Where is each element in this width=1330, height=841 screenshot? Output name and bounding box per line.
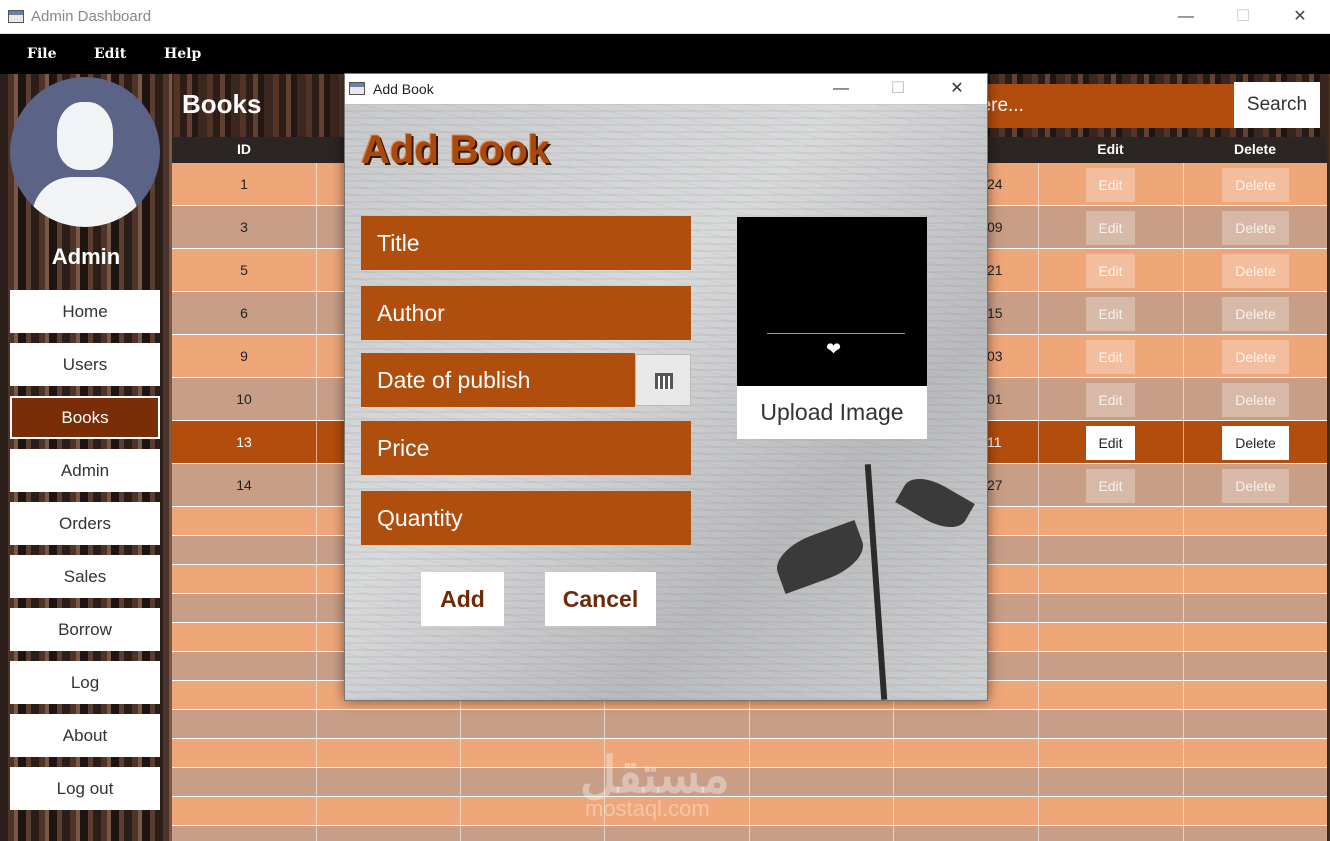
minimize-icon[interactable]: — (1156, 0, 1216, 34)
cell-id: 5 (240, 262, 248, 278)
sidebar-item-books[interactable]: Books (10, 396, 160, 439)
cell-id: 10 (236, 391, 252, 407)
sidebar-item-borrow[interactable]: Borrow (10, 608, 160, 651)
cell-date: 27 (987, 477, 1003, 493)
edit-button[interactable]: Edit (1086, 211, 1135, 245)
add-book-dialog: Add Book — ☐ ✕ Add Book Title Author Dat… (344, 73, 988, 701)
cell-id: 1 (240, 176, 248, 192)
app-icon (8, 10, 24, 23)
preview-divider (767, 333, 905, 334)
cell-id: 3 (240, 219, 248, 235)
cell-date: 11 (987, 434, 1002, 450)
upload-image-button[interactable]: Upload Image (737, 386, 927, 439)
edit-button[interactable]: Edit (1086, 254, 1135, 288)
dialog-titlebar: Add Book — ☐ ✕ (345, 74, 987, 104)
cell-id: 6 (240, 305, 248, 321)
sidebar-item-orders[interactable]: Orders (10, 502, 160, 545)
dialog-title: Add Book (373, 81, 434, 97)
window-titlebar: Admin Dashboard — ☐ ✕ (0, 0, 1330, 34)
menu-file[interactable]: File (27, 46, 56, 62)
menu-bar: File Edit Help (0, 34, 1330, 74)
delete-button[interactable]: Delete (1222, 211, 1289, 245)
heart-icon: ❤ (826, 339, 842, 359)
sidebar-item-log[interactable]: Log (10, 661, 160, 704)
dialog-maximize-icon[interactable]: ☐ (870, 74, 926, 104)
avatar-head-icon (57, 102, 113, 170)
window-title: Admin Dashboard (31, 8, 152, 25)
cell-date: 01 (987, 391, 1003, 407)
title-field[interactable]: Title (361, 216, 691, 270)
cell-id: 13 (236, 434, 252, 450)
image-preview: ❤ (737, 217, 927, 387)
watermark-latin: mostaql.com (585, 796, 710, 821)
dialog-heading: Add Book (361, 128, 550, 172)
price-field[interactable]: Price (361, 421, 691, 475)
delete-button[interactable]: Delete (1222, 297, 1289, 331)
leaf-decoration (895, 469, 975, 537)
cell-date: 24 (987, 176, 1003, 192)
cell-date: 09 (987, 219, 1003, 235)
quantity-field[interactable]: Quantity (361, 491, 691, 545)
page-title: Books (182, 89, 262, 119)
column-header-delete: Delete (1233, 141, 1277, 157)
dialog-app-icon (349, 82, 365, 95)
cell-id: 9 (240, 348, 248, 364)
delete-button[interactable]: Delete (1222, 469, 1289, 503)
avatar (10, 77, 160, 227)
sidebar-item-logout[interactable]: Log out (10, 767, 160, 810)
sidebar-user-name: Admin (51, 244, 121, 269)
edit-button[interactable]: Edit (1086, 340, 1135, 374)
delete-button[interactable]: Delete (1222, 168, 1289, 202)
column-divider (1183, 163, 1184, 841)
delete-button[interactable]: Delete (1222, 383, 1289, 417)
column-header-id: ID (237, 141, 251, 157)
menu-help[interactable]: Help (164, 46, 201, 62)
edit-button[interactable]: Edit (1086, 168, 1135, 202)
dialog-close-icon[interactable]: ✕ (929, 74, 985, 104)
column-divider (1038, 163, 1039, 841)
cell-date: 15 (987, 305, 1003, 321)
maximize-icon[interactable]: ☐ (1213, 0, 1273, 34)
sidebar-item-admin[interactable]: Admin (10, 449, 160, 492)
search-button[interactable]: Search (1234, 82, 1320, 128)
cell-date: 03 (987, 348, 1003, 364)
edit-button[interactable]: Edit (1086, 469, 1135, 503)
column-divider (316, 163, 317, 841)
dialog-minimize-icon[interactable]: — (813, 74, 869, 104)
sidebar-item-users[interactable]: Users (10, 343, 160, 386)
cell-date: 21 (987, 262, 1003, 278)
search-input[interactable]: here... (960, 84, 1234, 128)
add-button[interactable]: Add (421, 572, 504, 626)
close-icon[interactable]: ✕ (1270, 0, 1330, 34)
sidebar-item-about[interactable]: About (10, 714, 160, 757)
edit-button[interactable]: Edit (1086, 297, 1135, 331)
leaf-decoration (769, 519, 871, 595)
author-field[interactable]: Author (361, 286, 691, 340)
calendar-icon (655, 373, 673, 389)
menu-edit[interactable]: Edit (94, 46, 126, 62)
delete-button[interactable]: Delete (1222, 254, 1289, 288)
flower-decoration (864, 464, 888, 700)
edit-button[interactable]: Edit (1086, 383, 1135, 417)
cancel-button[interactable]: Cancel (545, 572, 656, 626)
date-field[interactable]: Date of publish (361, 353, 635, 407)
cell-id: 14 (236, 477, 252, 493)
calendar-button[interactable] (635, 354, 691, 406)
edit-button[interactable]: Edit (1086, 426, 1135, 460)
column-header-edit: Edit (1097, 141, 1124, 157)
sidebar-item-home[interactable]: Home (10, 290, 160, 333)
delete-button[interactable]: Delete (1222, 426, 1289, 460)
sidebar-item-sales[interactable]: Sales (10, 555, 160, 598)
delete-button[interactable]: Delete (1222, 340, 1289, 374)
avatar-body-icon (32, 177, 138, 227)
